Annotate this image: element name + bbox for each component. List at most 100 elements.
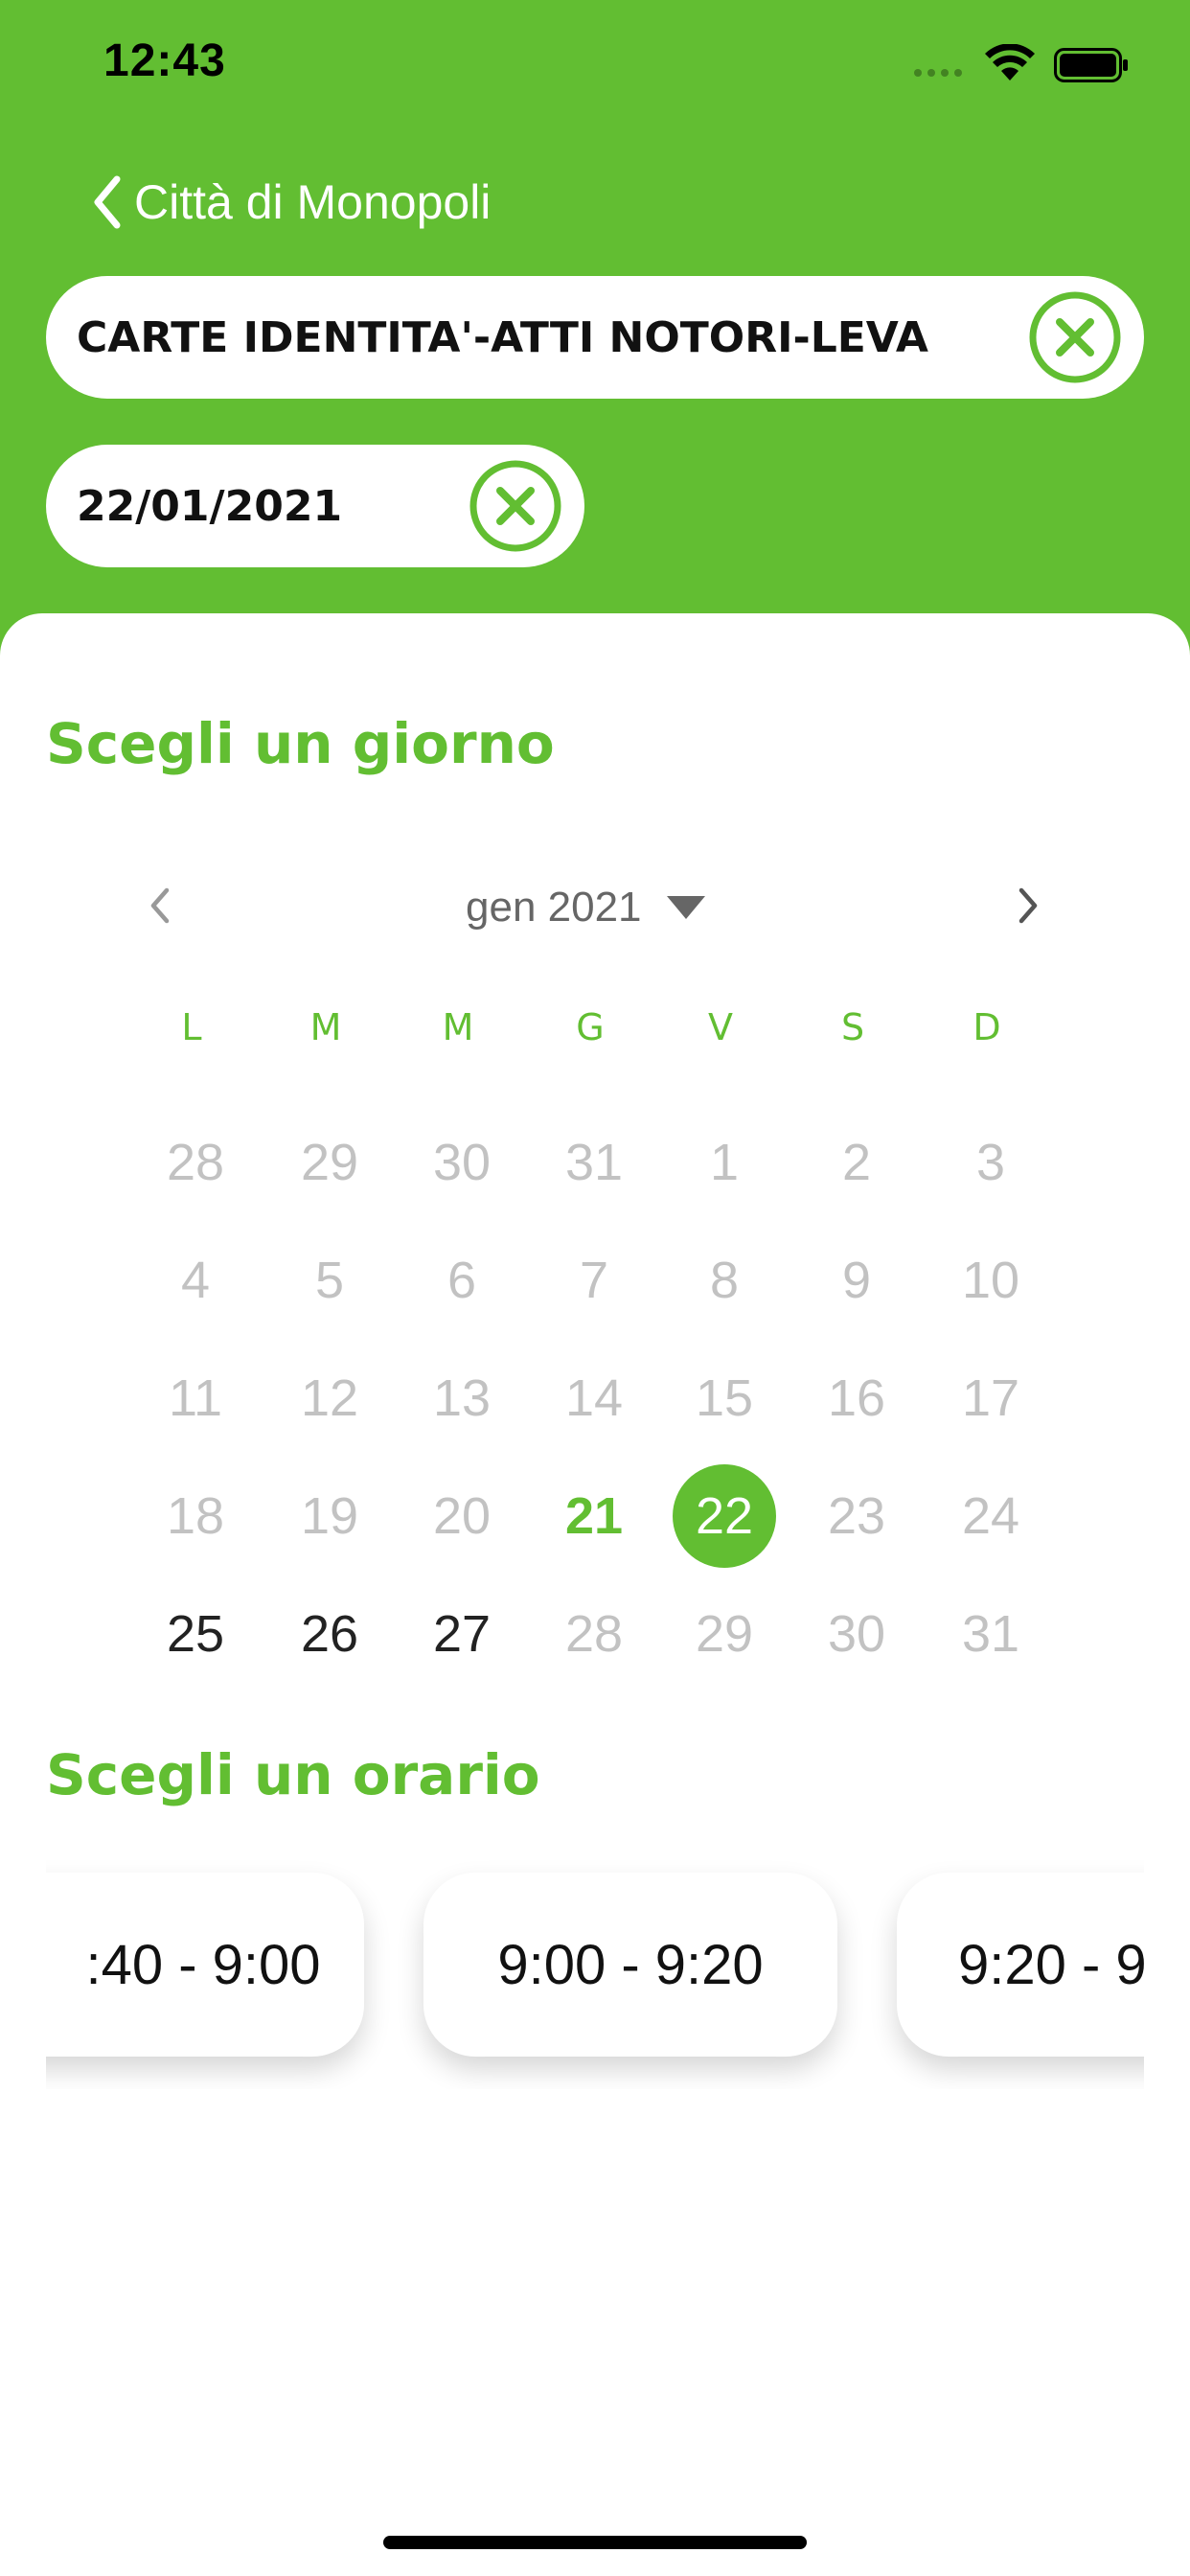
calendar-day-number: 28	[166, 1134, 225, 1191]
weekday-label: S	[840, 1006, 865, 1048]
calendar-day: 17	[933, 1346, 1048, 1451]
calendar-day: 1	[667, 1110, 782, 1215]
calendar-day[interactable]: 27	[404, 1581, 519, 1687]
calendar-day-number: 16	[827, 1369, 886, 1427]
home-indicator	[383, 2536, 807, 2549]
calendar-day-number: 21	[564, 1487, 624, 1545]
calendar-day-number: 8	[709, 1252, 740, 1309]
calendar-day-number: 1	[709, 1134, 740, 1191]
time-slot[interactable]: :40 - 9:00	[46, 1873, 364, 2057]
calendar-day-number: 12	[300, 1369, 359, 1427]
chevron-left-icon	[94, 175, 121, 229]
weekday-label: G	[576, 1006, 605, 1048]
calendar-day-number: 31	[564, 1134, 624, 1191]
calendar-day-selected[interactable]: 22	[667, 1463, 782, 1569]
clear-service-icon[interactable]	[1027, 289, 1123, 385]
calendar-day: 30	[404, 1110, 519, 1215]
wifi-icon	[985, 44, 1035, 80]
choose-time-title: Scegli un orario	[46, 1742, 540, 1807]
chevron-left-icon	[150, 887, 170, 924]
calendar-day-number: 22	[695, 1487, 754, 1545]
previous-month-button[interactable]	[126, 872, 194, 939]
calendar-day-number: 29	[300, 1134, 359, 1191]
calendar-day: 15	[667, 1346, 782, 1451]
back-button[interactable]: Città di Monopoli	[88, 171, 491, 234]
calendar-day: 14	[537, 1346, 652, 1451]
weekday-label: M	[309, 1006, 342, 1048]
calendar-day: 23	[799, 1463, 914, 1569]
calendar-day-number: 3	[975, 1134, 1006, 1191]
calendar-day-number: 5	[314, 1252, 345, 1309]
weekday-label: V	[708, 1006, 733, 1048]
calendar-day: 9	[799, 1228, 914, 1333]
calendar-day: 2	[799, 1110, 914, 1215]
calendar-day: 6	[404, 1228, 519, 1333]
calendar-day: 18	[138, 1463, 253, 1569]
calendar-day[interactable]: 25	[138, 1581, 253, 1687]
weekday-label: L	[181, 1006, 202, 1048]
calendar-day-number: 9	[841, 1252, 872, 1309]
calendar-day-number: 13	[432, 1369, 492, 1427]
calendar-day-number: 24	[961, 1487, 1020, 1545]
calendar-day: 19	[272, 1463, 387, 1569]
status-time: 12:43	[103, 35, 226, 86]
calendar-day: 28	[138, 1110, 253, 1215]
calendar-day-number: 27	[432, 1605, 492, 1663]
calendar-day: 24	[933, 1463, 1048, 1569]
weekday-label: M	[442, 1006, 474, 1048]
status-bar: 12:43	[0, 0, 1190, 134]
calendar-day: 4	[138, 1228, 253, 1333]
weekday-label: D	[973, 1006, 1001, 1048]
calendar-day-number: 7	[579, 1252, 609, 1309]
date-filter[interactable]: 22/01/2021	[46, 445, 584, 567]
service-filter-value: CARTE IDENTITA'-ATTI NOTORI-LEVA	[77, 312, 928, 362]
next-month-button[interactable]	[995, 872, 1062, 939]
calendar-day[interactable]: 26	[272, 1581, 387, 1687]
calendar-day: 31	[933, 1581, 1048, 1687]
time-slot[interactable]: 9:00 - 9:20	[423, 1873, 837, 2057]
calendar-day: 30	[799, 1581, 914, 1687]
calendar-day: 28	[537, 1581, 652, 1687]
chevron-right-icon	[1018, 887, 1038, 924]
calendar-day-number: 31	[961, 1605, 1020, 1663]
calendar-day: 20	[404, 1463, 519, 1569]
calendar-day: 3	[933, 1110, 1048, 1215]
calendar-day: 29	[272, 1110, 387, 1215]
clear-date-icon[interactable]	[468, 458, 563, 554]
calendar-day-number: 18	[166, 1487, 225, 1545]
calendar-day-number: 26	[300, 1605, 359, 1663]
choose-day-title: Scegli un giorno	[46, 711, 555, 776]
calendar-day-number: 15	[695, 1369, 754, 1427]
calendar-day-number: 23	[827, 1487, 886, 1545]
calendar-day-number: 30	[827, 1605, 886, 1663]
calendar-day-number: 14	[564, 1369, 624, 1427]
calendar-day-number: 28	[564, 1605, 624, 1663]
calendar-day[interactable]: 21	[537, 1463, 652, 1569]
calendar-day-number: 11	[168, 1369, 223, 1427]
calendar-day: 5	[272, 1228, 387, 1333]
calendar-day: 11	[138, 1346, 253, 1451]
calendar-day-number: 30	[432, 1134, 492, 1191]
calendar-day: 31	[537, 1110, 652, 1215]
calendar-day: 8	[667, 1228, 782, 1333]
cellular-signal-icon	[914, 69, 962, 77]
time-slot-carousel[interactable]: :40 - 9:00 9:00 - 9:20 9:20 - 9	[46, 1859, 1144, 2089]
month-selector[interactable]: gen 2021	[466, 874, 707, 941]
caret-down-icon	[666, 896, 705, 919]
calendar-day-number: 25	[166, 1605, 225, 1663]
calendar-day: 10	[933, 1228, 1048, 1333]
calendar-day-number: 17	[961, 1369, 1020, 1427]
calendar-day-number: 20	[432, 1487, 492, 1545]
calendar-day: 29	[667, 1581, 782, 1687]
calendar-day-number: 4	[180, 1252, 211, 1309]
calendar-day-number: 29	[695, 1605, 754, 1663]
calendar-day-number: 19	[300, 1487, 359, 1545]
calendar-day: 7	[537, 1228, 652, 1333]
month-label: gen 2021	[466, 884, 642, 931]
time-slot[interactable]: 9:20 - 9	[897, 1873, 1144, 2057]
calendar-day-number: 6	[446, 1252, 477, 1309]
calendar-day: 13	[404, 1346, 519, 1451]
calendar-day: 12	[272, 1346, 387, 1451]
calendar-day-number: 10	[961, 1252, 1020, 1309]
service-filter[interactable]: CARTE IDENTITA'-ATTI NOTORI-LEVA	[46, 276, 1144, 399]
